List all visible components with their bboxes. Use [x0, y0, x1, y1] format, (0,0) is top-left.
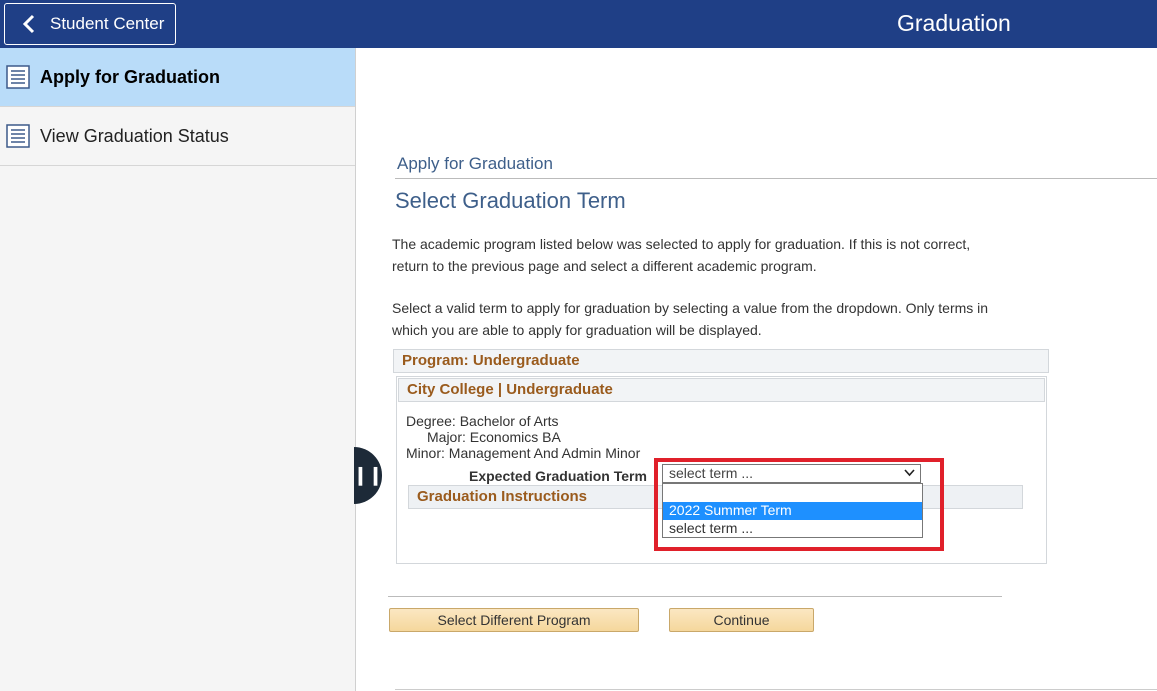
career-section-header: City College | Undergraduate — [398, 378, 1045, 402]
term-instructions-text: Select a valid term to apply for graduat… — [392, 297, 1042, 341]
divider — [388, 596, 1002, 597]
back-button-label: Student Center — [50, 14, 165, 33]
text-line: The academic program listed below was se… — [392, 236, 971, 252]
degree-text: Degree: Bachelor of Arts — [406, 413, 559, 429]
list-page-icon — [6, 124, 30, 148]
program-section-header: Program: Undergraduate — [393, 349, 1049, 373]
text-line: which you are able to apply for graduati… — [392, 322, 762, 338]
red-highlight-box — [654, 458, 944, 551]
divider — [395, 178, 1157, 179]
program-header-label: Program: Undergraduate — [402, 352, 580, 369]
sidebar-item-label: Apply for Graduation — [40, 66, 220, 87]
page-title: Select Graduation Term — [395, 188, 626, 213]
top-banner: Student Center Graduation — [0, 0, 1157, 48]
sidebar-item-view-graduation-status[interactable]: View Graduation Status — [0, 107, 355, 166]
career-header-label: City College | Undergraduate — [407, 381, 613, 398]
continue-button[interactable]: Continue — [669, 608, 814, 632]
text-line: return to the previous page and select a… — [392, 258, 817, 274]
page-header-title: Graduation — [897, 10, 1011, 36]
sidebar-item-apply-for-graduation[interactable]: Apply for Graduation — [0, 48, 355, 107]
sidebar: Apply for Graduation View Graduation Sta… — [0, 48, 356, 691]
student-center-back-button[interactable]: Student Center — [4, 3, 176, 45]
sidebar-item-label: View Graduation Status — [40, 125, 229, 146]
minor-text: Minor: Management And Admin Minor — [406, 445, 641, 461]
major-text: Major: Economics BA — [427, 429, 561, 445]
text-line: Select a valid term to apply for graduat… — [392, 300, 989, 316]
divider — [395, 689, 1157, 690]
breadcrumb: Apply for Graduation — [397, 154, 553, 173]
expected-graduation-term-label: Expected Graduation Term — [469, 468, 647, 484]
sidebar-collapse-handle[interactable]: ❙❙ — [352, 447, 384, 504]
list-page-icon — [6, 65, 30, 89]
program-instructions-text: The academic program listed below was se… — [392, 233, 1042, 277]
pause-bars-icon: ❙❙ — [352, 465, 384, 485]
select-different-program-button[interactable]: Select Different Program — [389, 608, 639, 632]
chevron-left-icon — [22, 14, 35, 34]
instructions-header-label: Graduation Instructions — [417, 488, 588, 505]
